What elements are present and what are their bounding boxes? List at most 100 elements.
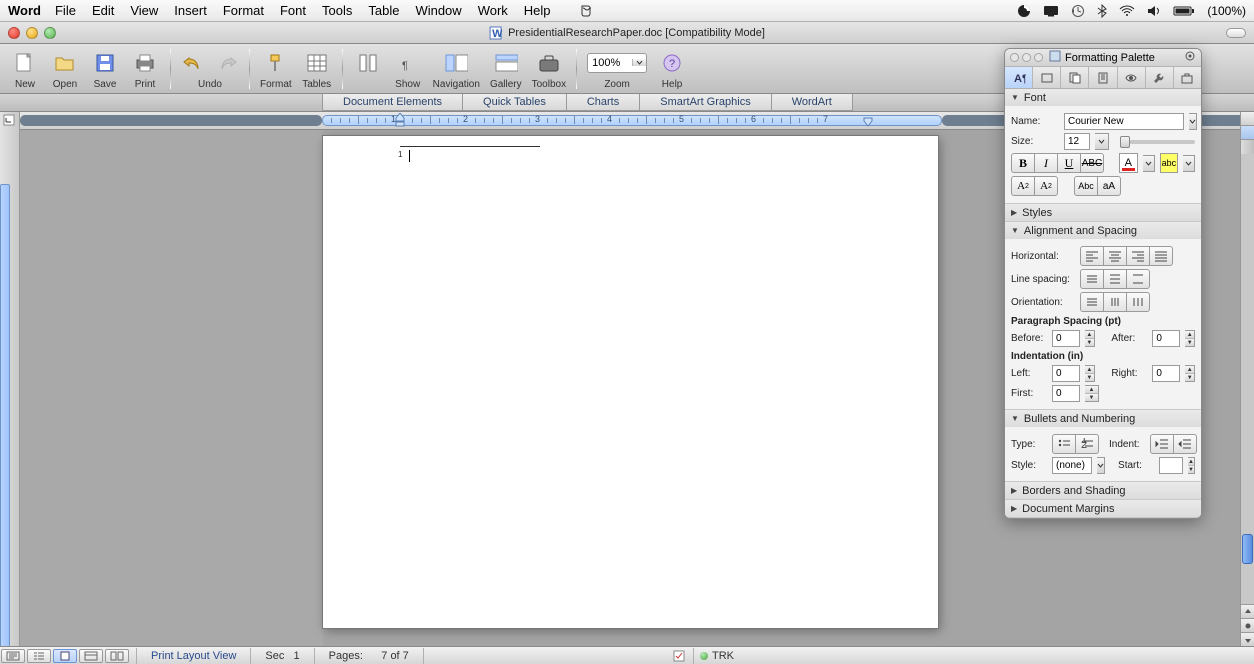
tab-smartart[interactable]: SmartArt Graphics	[639, 94, 771, 111]
tab-quick-tables[interactable]: Quick Tables	[462, 94, 567, 111]
bullets-style-dropdown[interactable]	[1097, 457, 1105, 474]
numbering-button[interactable]: 12	[1075, 434, 1099, 454]
align-center-button[interactable]	[1103, 246, 1127, 266]
minimize-window-button[interactable]	[26, 27, 38, 39]
slider-knob[interactable]	[1120, 136, 1130, 148]
zoom-window-button[interactable]	[44, 27, 56, 39]
timemachine-icon[interactable]	[1071, 4, 1085, 18]
font-name-field[interactable]	[1064, 113, 1184, 130]
spacing-15-button[interactable]	[1103, 269, 1127, 289]
font-name-dropdown[interactable]	[1189, 113, 1197, 130]
changecase-button[interactable]: aA	[1097, 176, 1121, 196]
orient-vert-button[interactable]	[1126, 292, 1150, 312]
bullets-button[interactable]	[1052, 434, 1076, 454]
indent-right-field[interactable]	[1152, 365, 1180, 382]
indent-right-stepper[interactable]: ▲▼	[1185, 365, 1195, 382]
palette-tab-project[interactable]	[1174, 67, 1201, 88]
new-doc-icon[interactable]	[13, 51, 37, 75]
menu-window[interactable]: Window	[415, 3, 461, 18]
show-icon[interactable]: ¶	[396, 51, 420, 75]
font-size-dropdown[interactable]	[1095, 133, 1109, 150]
tab-selector[interactable]	[3, 114, 15, 129]
zoom-input[interactable]	[588, 57, 632, 69]
menu-file[interactable]: File	[55, 3, 76, 18]
tab-document-elements[interactable]: Document Elements	[322, 94, 463, 111]
indent-left-stepper[interactable]: ▲▼	[1085, 365, 1095, 382]
gallery-icon[interactable]	[494, 51, 518, 75]
next-page-button[interactable]	[1241, 632, 1254, 646]
close-window-button[interactable]	[8, 27, 20, 39]
superscript-button[interactable]: A2	[1011, 176, 1035, 196]
palette-tab-reference[interactable]	[1089, 67, 1117, 88]
zoom-dropdown[interactable]	[632, 59, 646, 66]
battery-icon[interactable]	[1173, 5, 1195, 17]
menu-help[interactable]: Help	[524, 3, 551, 18]
before-stepper[interactable]: ▲▼	[1085, 330, 1095, 347]
track-changes-status[interactable]: TRK	[700, 650, 734, 662]
after-stepper[interactable]: ▲▼	[1185, 330, 1195, 347]
print-icon[interactable]	[133, 51, 157, 75]
navigation-icon[interactable]	[444, 51, 468, 75]
first-line-indent-marker[interactable]	[395, 113, 405, 127]
zoom-field[interactable]	[587, 53, 647, 73]
after-field[interactable]	[1152, 330, 1180, 347]
align-justify-button[interactable]	[1149, 246, 1173, 266]
section-margins-header[interactable]: ▶Document Margins	[1005, 500, 1201, 517]
publishing-view-button[interactable]	[105, 649, 129, 663]
palette-gear-icon[interactable]	[1184, 50, 1196, 65]
highlight-button[interactable]: abc	[1160, 153, 1179, 173]
palette-min-button[interactable]	[1022, 53, 1031, 62]
palette-tab-object[interactable]	[1033, 67, 1061, 88]
display-icon[interactable]	[1043, 5, 1059, 17]
volume-icon[interactable]	[1147, 5, 1161, 17]
highlight-dropdown[interactable]	[1183, 155, 1195, 172]
draft-view-button[interactable]	[1, 649, 25, 663]
menu-format[interactable]: Format	[223, 3, 264, 18]
palette-tab-compatibility[interactable]	[1118, 67, 1146, 88]
format-paint-icon[interactable]	[264, 51, 288, 75]
before-field[interactable]	[1052, 330, 1080, 347]
bluetooth-icon[interactable]	[1097, 4, 1107, 18]
spacing-2-button[interactable]	[1126, 269, 1150, 289]
spacing-1-button[interactable]	[1080, 269, 1104, 289]
align-right-button[interactable]	[1126, 246, 1150, 266]
scroll-track[interactable]	[1241, 154, 1254, 604]
prev-page-button[interactable]	[1241, 604, 1254, 618]
strikethrough-button[interactable]: ABC	[1080, 153, 1104, 173]
toolbar-toggle-button[interactable]	[1226, 28, 1246, 38]
section-font-header[interactable]: ▼Font	[1005, 89, 1201, 106]
bullets-style-field[interactable]	[1052, 457, 1092, 474]
indent-left-field[interactable]	[1052, 365, 1080, 382]
increase-indent-button[interactable]	[1173, 434, 1197, 454]
palette-close-button[interactable]	[1010, 53, 1019, 62]
subscript-button[interactable]: A2	[1034, 176, 1058, 196]
orient-rotate-button[interactable]	[1103, 292, 1127, 312]
indent-first-stepper[interactable]: ▲▼	[1085, 385, 1099, 402]
menu-insert[interactable]: Insert	[174, 3, 207, 18]
tab-wordart[interactable]: WordArt	[771, 94, 853, 111]
print-layout-view-button[interactable]	[53, 649, 77, 663]
menu-edit[interactable]: Edit	[92, 3, 114, 18]
align-left-button[interactable]	[1080, 246, 1104, 266]
section-borders-header[interactable]: ▶Borders and Shading	[1005, 482, 1201, 499]
palette-tab-scrapbook[interactable]	[1061, 67, 1089, 88]
notebook-view-button[interactable]	[79, 649, 103, 663]
bullets-start-stepper[interactable]: ▲▼	[1188, 457, 1195, 474]
section-bullets-header[interactable]: ▼Bullets and Numbering	[1005, 410, 1201, 427]
sync-icon[interactable]	[1017, 4, 1031, 18]
section-styles-header[interactable]: ▶Styles	[1005, 204, 1201, 221]
menu-view[interactable]: View	[130, 3, 158, 18]
underline-button[interactable]: U	[1057, 153, 1081, 173]
spellcheck-status[interactable]	[673, 650, 687, 662]
indent-first-field[interactable]	[1052, 385, 1080, 402]
bullets-start-field[interactable]	[1159, 457, 1183, 474]
redo-icon[interactable]	[215, 51, 239, 75]
font-size-field[interactable]	[1064, 133, 1090, 150]
menu-font[interactable]: Font	[280, 3, 306, 18]
italic-button[interactable]: I	[1034, 153, 1058, 173]
vertical-scrollbar[interactable]	[1240, 112, 1254, 646]
font-size-slider[interactable]	[1120, 140, 1195, 144]
document-page[interactable]: 1	[323, 136, 938, 628]
orient-horiz-button[interactable]	[1080, 292, 1104, 312]
split-button[interactable]	[1241, 112, 1254, 126]
